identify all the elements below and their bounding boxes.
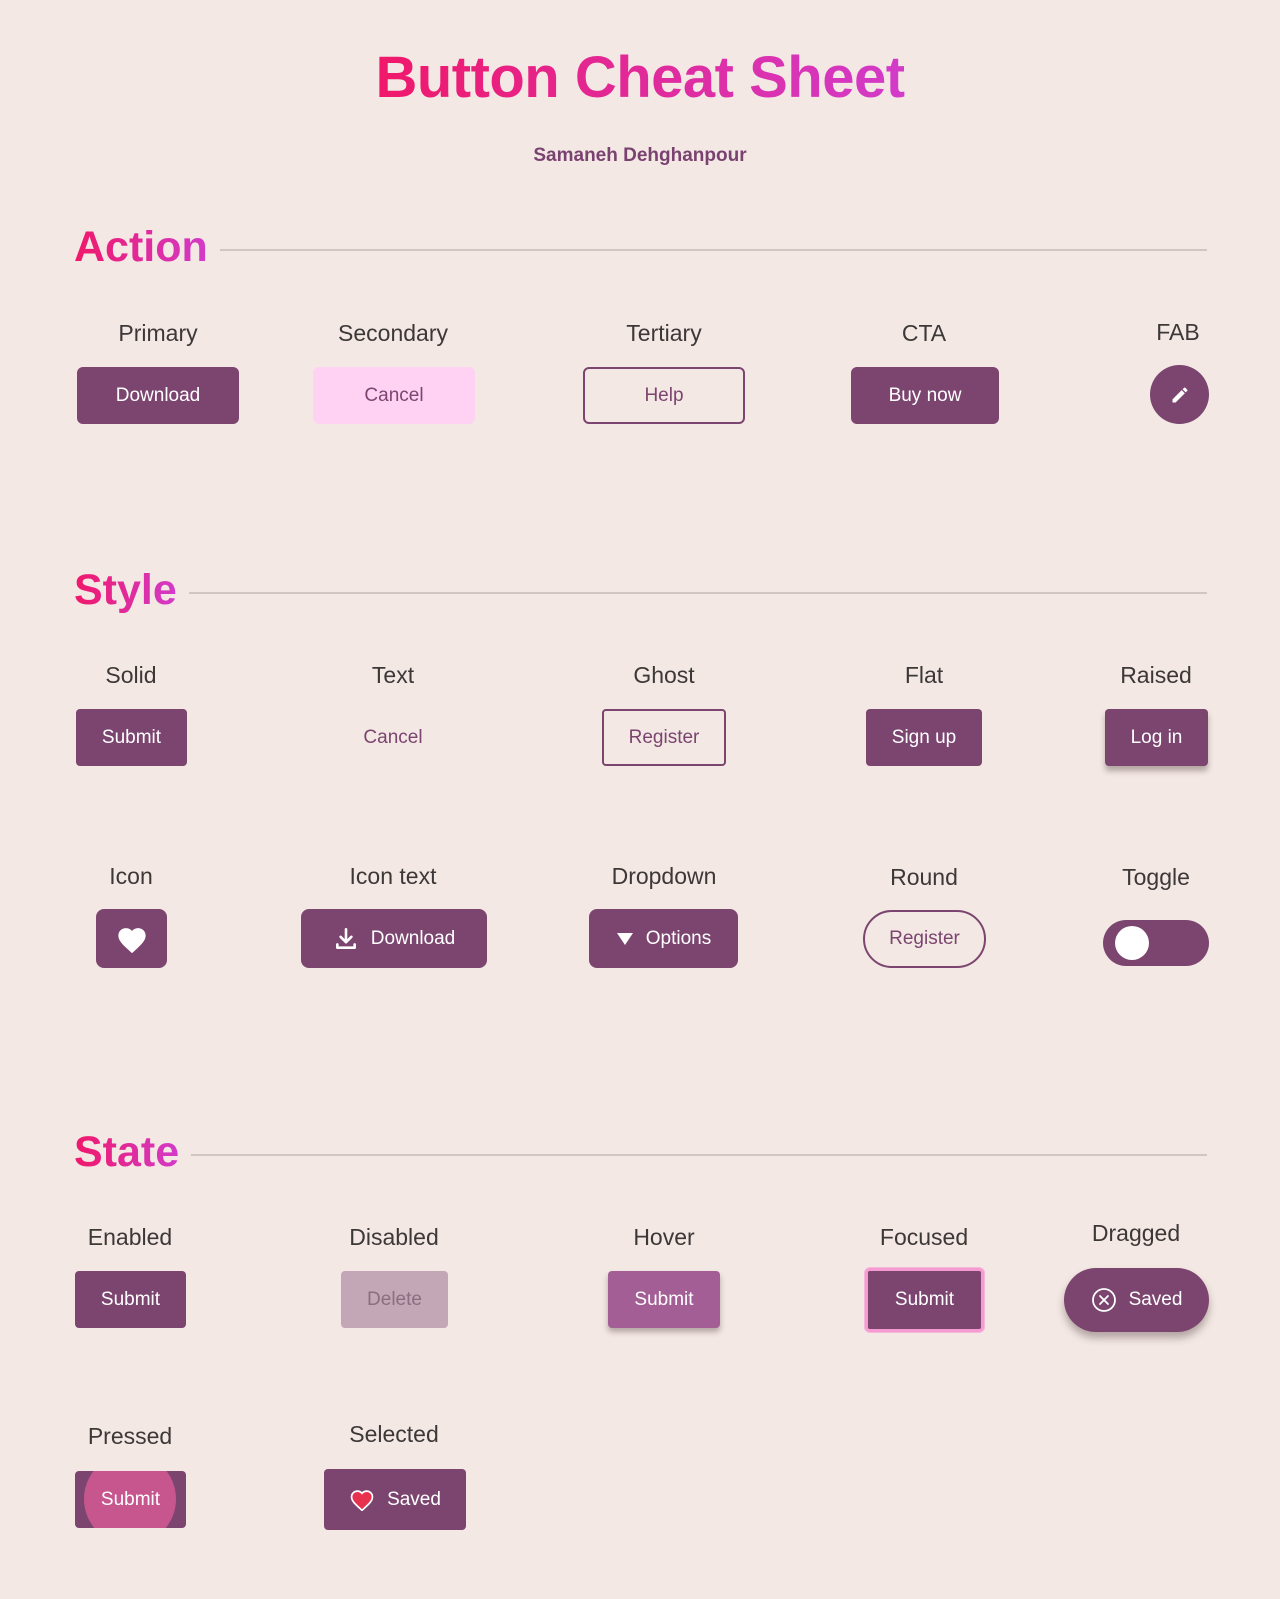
heart-icon [115, 924, 149, 954]
icon-label: Icon [109, 863, 153, 889]
pressed-label: Pressed [87, 1423, 173, 1449]
selected-saved-button[interactable]: Saved [324, 1469, 466, 1530]
toggle-knob [1115, 926, 1149, 960]
icon-text-label: Icon text [349, 863, 437, 889]
toggle-label: Toggle [1122, 864, 1190, 890]
raised-log-in-button[interactable]: Log in [1105, 709, 1208, 766]
ghost-register-button[interactable]: Register [602, 709, 726, 766]
primary-label: Primary [118, 320, 198, 346]
icon-text-download-button[interactable]: Download [301, 909, 487, 968]
enabled-submit-button[interactable]: Submit [75, 1271, 186, 1328]
fab-button[interactable] [1150, 365, 1209, 424]
section-divider [191, 1153, 1207, 1156]
cta-buy-now-button[interactable]: Buy now [851, 367, 999, 424]
ghost-label: Ghost [633, 662, 695, 688]
selected-button-label: Saved [387, 1488, 441, 1510]
raised-label: Raised [1120, 662, 1192, 688]
focused-label: Focused [879, 1224, 969, 1250]
disabled-label: Disabled [349, 1224, 439, 1250]
secondary-label: Secondary [338, 320, 448, 346]
author-name: Samaneh Dehghanpour [533, 145, 747, 166]
icon-text-button-label: Download [370, 927, 456, 949]
dragged-saved-button[interactable]: Saved [1064, 1268, 1209, 1332]
page-title: Button Cheat Sheet [375, 45, 905, 110]
flat-label: Flat [904, 662, 944, 688]
tertiary-label: Tertiary [626, 320, 702, 346]
text-cancel-button[interactable]: Cancel [343, 709, 443, 766]
fab-label: FAB [1156, 319, 1200, 345]
selected-label: Selected [349, 1421, 439, 1447]
round-register-button[interactable]: Register [863, 910, 986, 968]
section-heading: State [74, 1128, 180, 1176]
caret-down-icon [616, 932, 634, 946]
solid-label: Solid [105, 662, 157, 688]
hover-submit-button[interactable]: Submit [608, 1271, 720, 1328]
dropdown-label: Dropdown [611, 863, 717, 889]
pressed-submit-button[interactable]: Submit [75, 1471, 186, 1528]
secondary-cancel-button[interactable]: Cancel [313, 367, 475, 424]
pencil-icon [1170, 385, 1190, 405]
section-heading: Style [74, 566, 177, 614]
section-divider [219, 248, 1207, 251]
cta-label: CTA [901, 320, 947, 346]
focused-submit-button[interactable]: Submit [865, 1268, 984, 1332]
enabled-label: Enabled [87, 1224, 173, 1250]
section-style-header: Style [74, 569, 1207, 616]
section-action-header: Action [74, 226, 1207, 273]
solid-submit-button[interactable]: Submit [76, 709, 187, 766]
dragged-label: Dragged [1091, 1220, 1181, 1246]
text-label: Text [371, 662, 415, 688]
heart-icon [349, 1488, 375, 1511]
tertiary-help-button[interactable]: Help [583, 367, 745, 424]
dragged-button-label: Saved [1128, 1289, 1183, 1310]
section-state-header: State [74, 1131, 1207, 1178]
hover-label: Hover [633, 1224, 695, 1250]
round-label: Round [890, 864, 958, 890]
section-divider [188, 591, 1207, 594]
dropdown-options-button[interactable]: Options [589, 909, 738, 968]
pressed-button-label: Submit [100, 1488, 161, 1510]
dropdown-button-label: Options [645, 927, 712, 949]
toggle-switch[interactable] [1103, 920, 1209, 966]
close-circle-icon [1091, 1287, 1117, 1313]
disabled-delete-button: Delete [341, 1271, 448, 1328]
download-icon [333, 926, 359, 952]
section-heading: Action [74, 223, 208, 271]
primary-download-button[interactable]: Download [77, 367, 239, 424]
flat-sign-up-button[interactable]: Sign up [866, 709, 982, 766]
heart-icon-button[interactable] [96, 909, 167, 968]
